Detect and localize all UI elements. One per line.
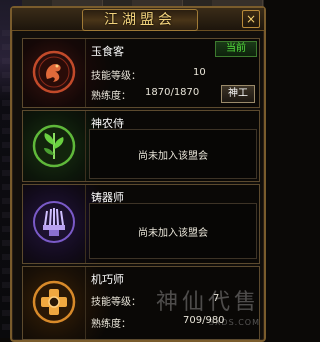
gear-emblem-icon <box>32 280 76 324</box>
anvil-emblem-icon <box>33 201 75 243</box>
not-joined-text: 尚未加入该盟会 <box>138 151 208 162</box>
guild-info-box: 尚未加入该盟会 <box>89 203 257 259</box>
proficiency-label: 熟练度： <box>91 91 131 102</box>
not-joined-text: 尚未加入该盟会 <box>138 228 208 239</box>
skill-level-value: 10 <box>193 67 206 78</box>
guild-card-zhuqishi[interactable]: 铸器师 尚未加入该盟会 <box>22 184 260 264</box>
emblem-panel <box>23 267 86 339</box>
herb-emblem-icon <box>32 124 76 168</box>
guild-name: 玉食客 <box>91 45 124 58</box>
guild-name: 机巧师 <box>91 273 124 286</box>
watermark-sub: SXDS.COM <box>208 318 260 327</box>
emblem-panel <box>23 39 86 107</box>
proficiency-value: 1870/1870 <box>145 87 200 98</box>
guild-card-shennongshi[interactable]: 神农侍 尚未加入该盟会 <box>22 110 260 182</box>
emblem-panel <box>23 111 86 181</box>
title-bar[interactable]: 江湖盟会 × <box>12 8 264 31</box>
guild-card-yushike[interactable]: 玉食客 当前 技能等级： 10 熟练度： 1870/1870 神工 <box>22 38 260 108</box>
watermark: 神仙代售 SXDS.COM <box>120 288 260 332</box>
skill-level-label: 技能等级： <box>91 71 141 82</box>
close-button[interactable]: × <box>242 10 260 28</box>
watermark-text: 神仙代售 <box>155 290 260 315</box>
guild-info-box: 尚未加入该盟会 <box>89 129 257 179</box>
dragon-emblem-icon <box>32 50 76 94</box>
window-title: 江湖盟会 <box>82 9 198 31</box>
emblem-panel <box>23 185 86 263</box>
current-badge: 当前 <box>215 41 257 57</box>
shengong-button[interactable]: 神工 <box>221 85 255 103</box>
